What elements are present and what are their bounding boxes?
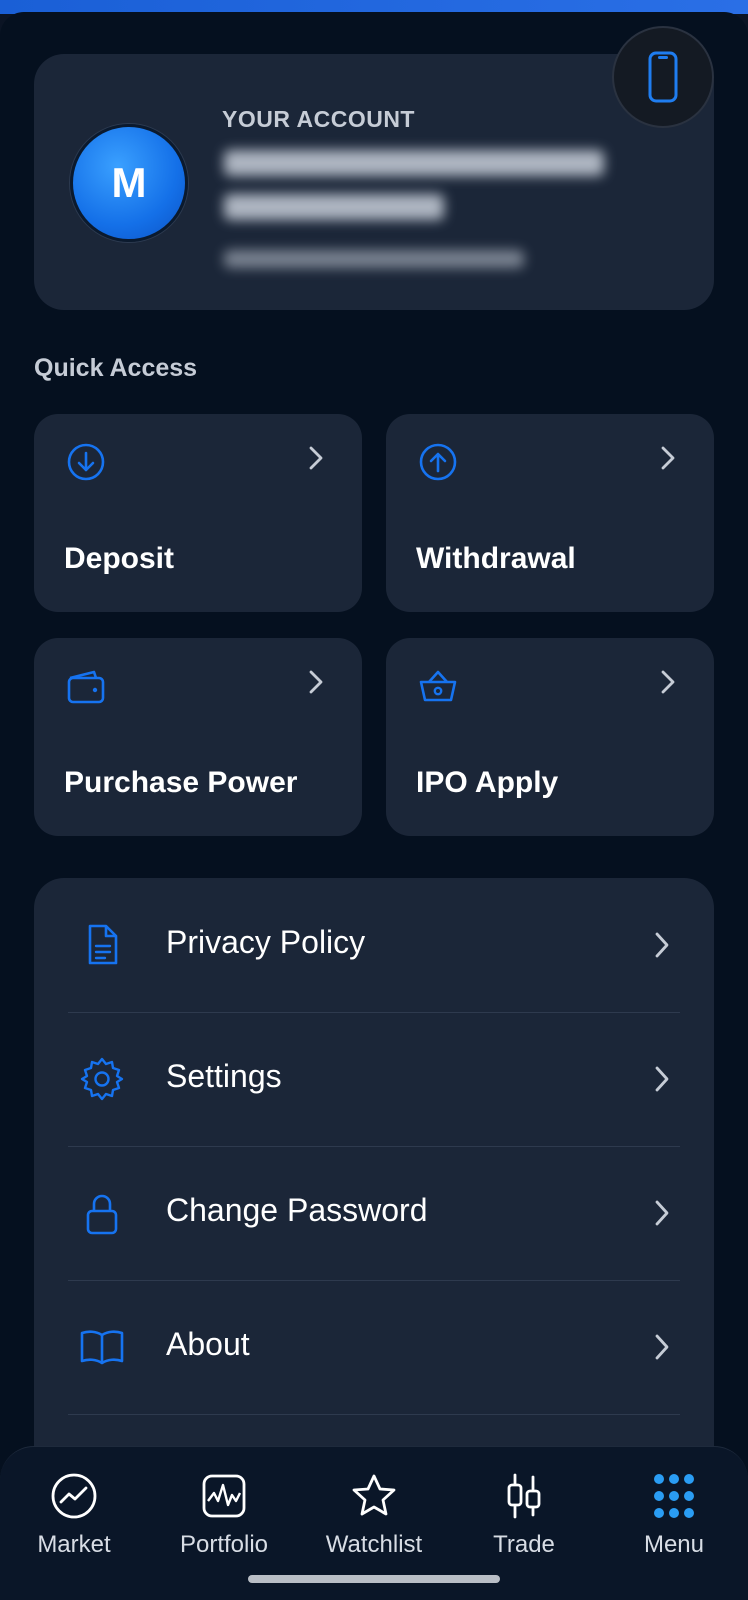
nav-label: Portfolio (179, 1531, 269, 1558)
lock-icon (86, 1194, 118, 1235)
gear-icon (80, 1057, 124, 1101)
chart-square-icon (202, 1474, 246, 1518)
nav-portfolio[interactable]: Portfolio (154, 1471, 294, 1581)
device-button[interactable] (612, 26, 714, 128)
grid-dots-icon (654, 1474, 694, 1518)
menu-item-privacy-policy[interactable]: Privacy Policy (34, 878, 714, 1012)
divider (68, 1414, 680, 1415)
chevron-right-icon (309, 670, 323, 694)
chevron-right-icon (655, 1334, 669, 1360)
nav-label: Watchlist (325, 1531, 423, 1558)
menu-item-label: Change Password (166, 1192, 428, 1228)
quick-access-deposit[interactable]: Deposit (34, 414, 362, 612)
chevron-right-icon (661, 446, 675, 470)
nav-label: Trade (493, 1531, 555, 1558)
account-label: YOUR ACCOUNT (222, 106, 415, 132)
star-icon (352, 1474, 396, 1516)
menu-item-settings[interactable]: Settings (34, 1012, 714, 1146)
menu-item-label: About (166, 1326, 250, 1362)
nav-watchlist[interactable]: Watchlist (304, 1471, 444, 1581)
trend-circle-icon (51, 1473, 97, 1519)
chevron-right-icon (655, 1200, 669, 1226)
chevron-right-icon (655, 1066, 669, 1092)
nav-market[interactable]: Market (4, 1471, 144, 1581)
quick-access-ipo-apply[interactable]: IPO Apply (386, 638, 714, 836)
nav-label: Market (37, 1531, 111, 1558)
chevron-right-icon (655, 932, 669, 958)
quick-access-label: Purchase Power (64, 766, 298, 799)
book-icon (80, 1330, 124, 1365)
arrow-down-circle-icon (67, 443, 105, 481)
quick-access-label: Deposit (64, 542, 175, 575)
account-email-redacted (224, 250, 524, 268)
menu-screen: M YOUR ACCOUNT Quick Access Deposit With… (0, 12, 748, 1600)
avatar[interactable]: M (70, 124, 188, 242)
nav-trade[interactable]: Trade (454, 1471, 594, 1581)
quick-access-label: IPO Apply (416, 766, 559, 799)
nav-menu[interactable]: Menu (604, 1471, 744, 1581)
wallet-icon (67, 670, 105, 704)
quick-access-title: Quick Access (34, 354, 198, 382)
account-card[interactable]: M YOUR ACCOUNT (34, 54, 714, 310)
menu-item-change-password[interactable]: Change Password (34, 1146, 714, 1280)
phone-icon (648, 51, 678, 103)
menu-item-label: Settings (166, 1058, 282, 1094)
menu-item-about[interactable]: About (34, 1280, 714, 1414)
account-name-redacted (224, 150, 604, 176)
candlestick-icon (507, 1473, 541, 1519)
account-id-redacted (224, 194, 444, 220)
chevron-right-icon (661, 670, 675, 694)
chevron-right-icon (309, 446, 323, 470)
quick-access-withdrawal[interactable]: Withdrawal (386, 414, 714, 612)
avatar-initial: M (111, 159, 147, 206)
document-icon (88, 924, 118, 965)
quick-access-purchase-power[interactable]: Purchase Power (34, 638, 362, 836)
home-indicator[interactable] (248, 1575, 500, 1583)
nav-label: Menu (643, 1531, 705, 1558)
quick-access-label: Withdrawal (416, 542, 576, 575)
basket-icon (419, 670, 457, 702)
menu-item-label: Privacy Policy (166, 924, 366, 960)
arrow-up-circle-icon (419, 443, 457, 481)
